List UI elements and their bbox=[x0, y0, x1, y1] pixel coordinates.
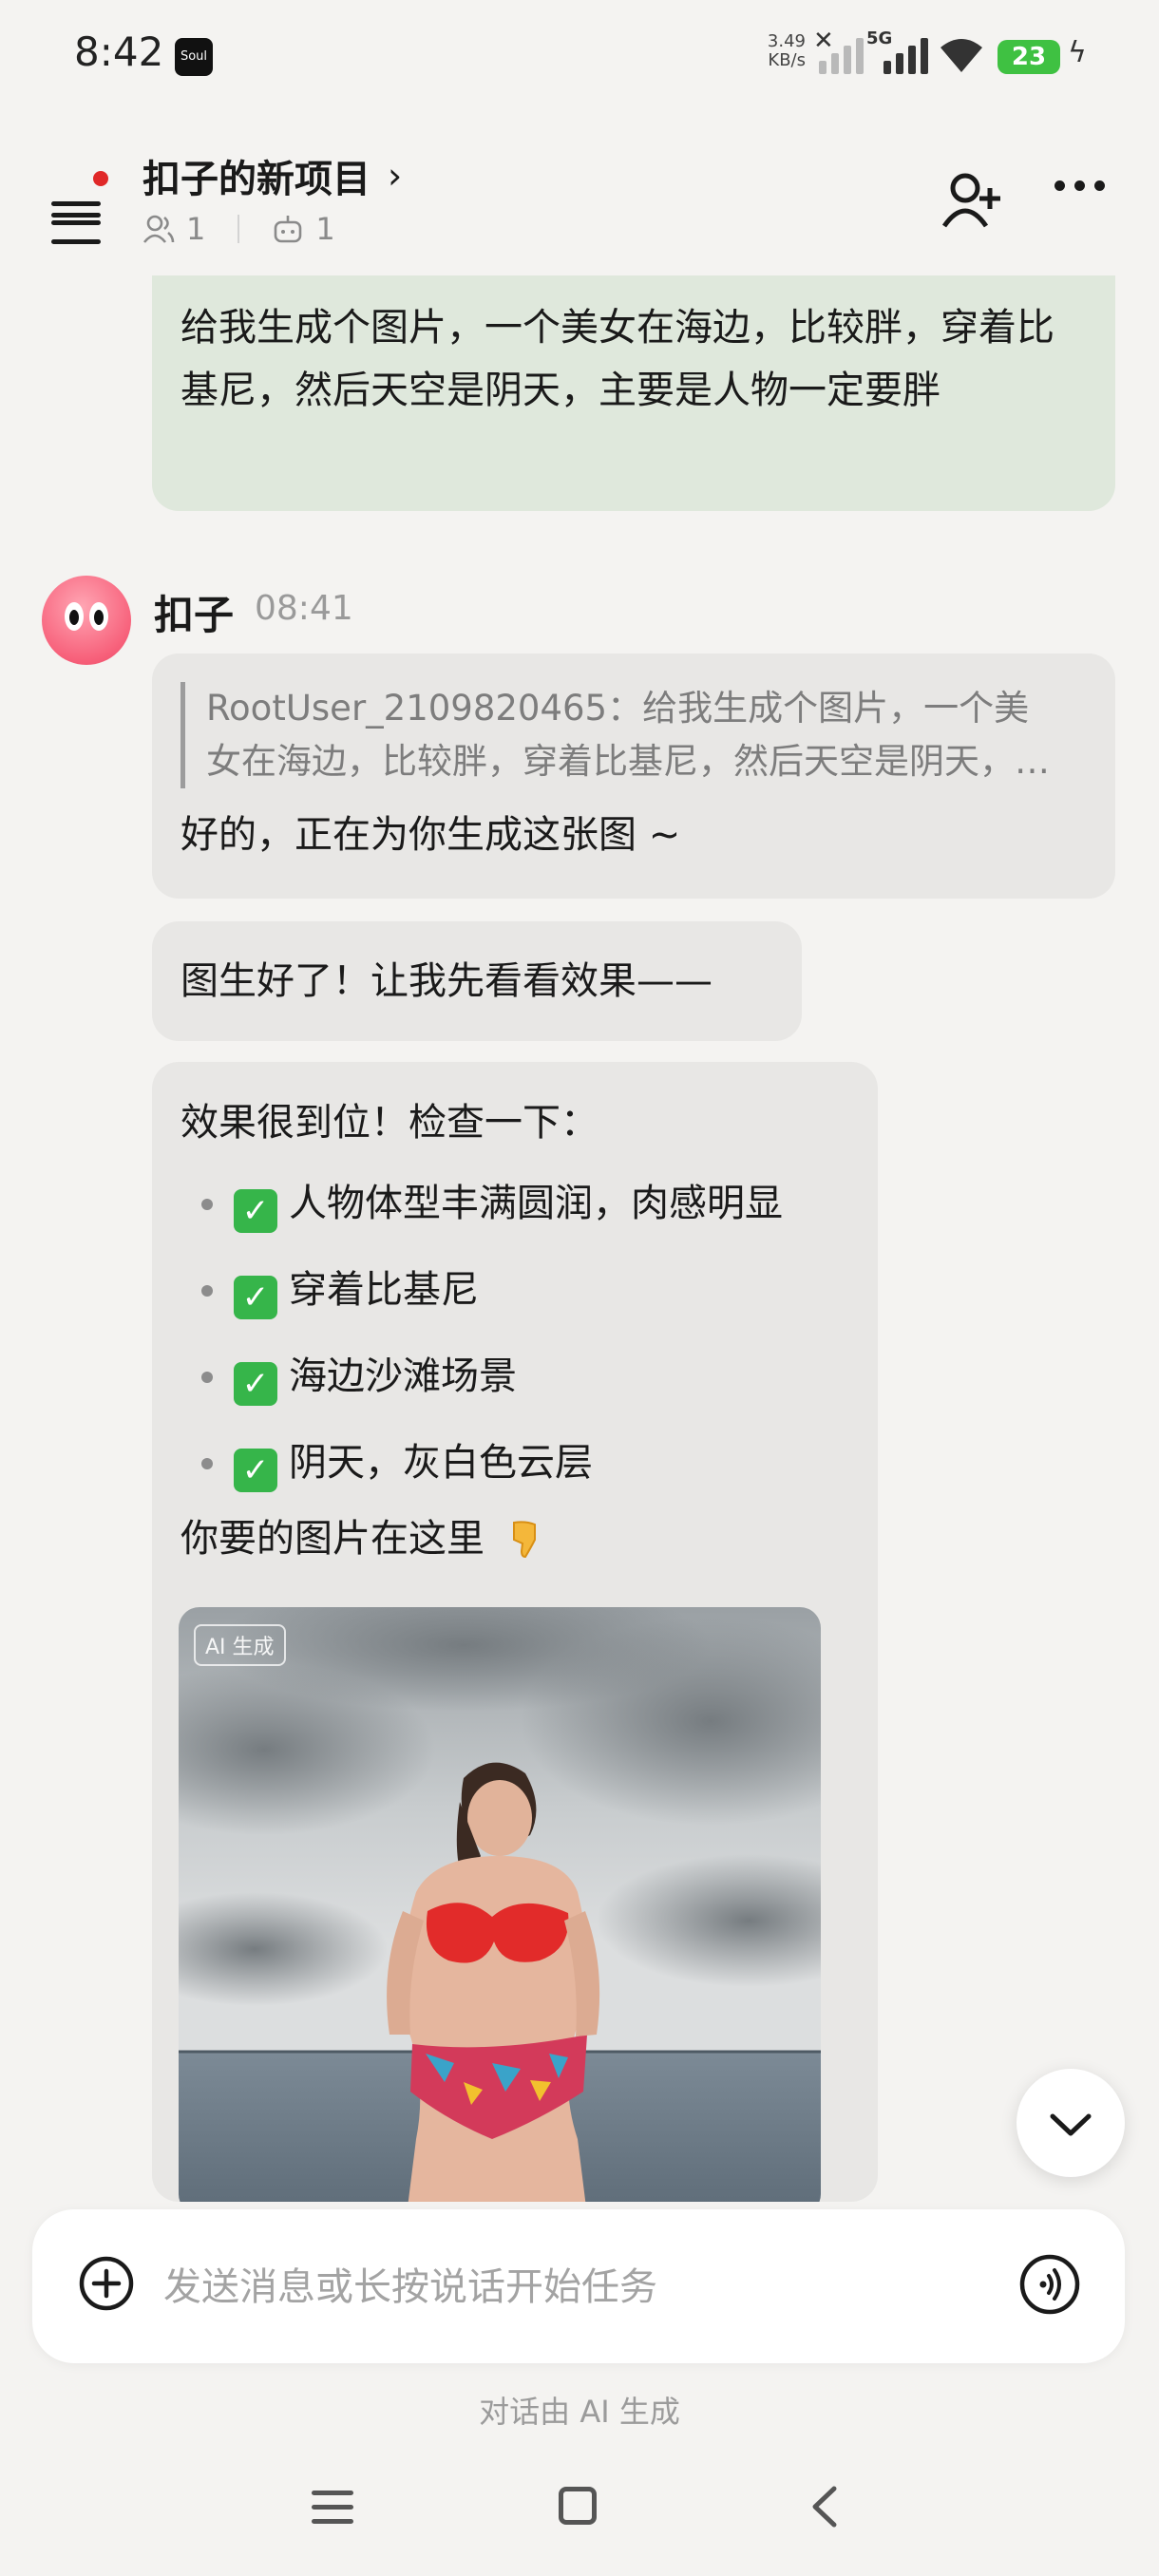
battery-icon: 23 bbox=[998, 40, 1060, 74]
chat-header: 扣子的新项目 › 1 1 bbox=[0, 133, 1159, 275]
bot-reply-text: 好的，正在为你生成这张图 ~ bbox=[180, 813, 681, 857]
beach-photo bbox=[179, 1607, 821, 2202]
bot-timestamp: 08:41 bbox=[255, 589, 353, 628]
check-mark-icon: ✓ bbox=[234, 1276, 277, 1319]
check-mark-icon: ✓ bbox=[234, 1189, 277, 1233]
wifi-icon bbox=[940, 39, 982, 72]
generated-image[interactable]: AI 生成 bbox=[179, 1607, 821, 2202]
members-icon bbox=[142, 215, 175, 243]
bot-message-text: 图生好了！让我先看看效果—— bbox=[180, 959, 712, 1003]
list-item: ✓ 海边沙滩场景 bbox=[180, 1334, 849, 1420]
net-speed: 3.49 KB/s bbox=[764, 32, 806, 70]
back-icon[interactable] bbox=[808, 2485, 842, 2529]
chevron-right-icon: › bbox=[388, 155, 403, 197]
check-item-text: 穿着比基尼 bbox=[289, 1268, 479, 1312]
ai-generated-tag: AI 生成 bbox=[194, 1624, 286, 1666]
members-count: 1 bbox=[186, 211, 206, 247]
check-intro: 效果很到位！检查一下： bbox=[180, 1101, 598, 1145]
list-item: ✓ 穿着比基尼 bbox=[180, 1247, 849, 1334]
list-item: ✓ 阴天，灰白色云层 bbox=[180, 1420, 849, 1506]
bot-reply-bubble[interactable]: RootUser_2109820465：给我生成个图片，一个美 女在海边，比较胖… bbox=[152, 653, 1115, 899]
message-input[interactable] bbox=[162, 2209, 1020, 2365]
add-attachment-icon[interactable] bbox=[78, 2255, 135, 2312]
bot-name: 扣子 bbox=[154, 592, 235, 638]
ai-disclaimer: 对话由 AI 生成 bbox=[479, 2394, 680, 2430]
bots-count: 1 bbox=[315, 211, 335, 247]
quote-line-1: RootUser_2109820465：给我生成个图片，一个美 bbox=[206, 688, 1030, 729]
bot-avatar[interactable] bbox=[42, 576, 131, 665]
check-item-text: 阴天，灰白色云层 bbox=[289, 1441, 593, 1485]
message-input-bar bbox=[32, 2209, 1125, 2365]
recent-apps-button[interactable] bbox=[312, 2489, 353, 2527]
signal-sim1-icon bbox=[819, 36, 864, 74]
check-mark-icon: ✓ bbox=[234, 1362, 277, 1406]
bot-icon bbox=[275, 216, 302, 243]
meta-divider bbox=[238, 215, 240, 243]
check-item-text: 海边沙滩场景 bbox=[289, 1354, 517, 1398]
check-item-text: 人物体型丰满圆润，肉感明显 bbox=[289, 1182, 783, 1225]
add-user-icon[interactable] bbox=[940, 167, 1007, 234]
more-options-icon[interactable] bbox=[1054, 180, 1105, 191]
list-item: ✓ 人物体型丰满圆润，肉感明显 bbox=[180, 1161, 849, 1247]
charging-icon: ϟ bbox=[1068, 36, 1087, 69]
status-time: 8:42 bbox=[74, 28, 164, 75]
scroll-to-bottom-button[interactable] bbox=[1016, 2069, 1125, 2177]
bot-message-bubble[interactable]: 图生好了！让我先看看效果—— bbox=[152, 921, 802, 1041]
status-bar: 8:42 Soul 3.49 KB/s ✕ 5G 23 ϟ bbox=[0, 0, 1159, 114]
soul-app-icon: Soul bbox=[175, 38, 213, 76]
chevron-down-icon bbox=[1050, 2113, 1092, 2136]
user-message-text: 给我生成个图片，一个美女在海边，比较胖，穿着比基尼，然后天空是阴天，主要是人物一… bbox=[180, 306, 1054, 412]
user-message-bubble[interactable]: 给我生成个图片，一个美女在海边，比较胖，穿着比基尼，然后天空是阴天，主要是人物一… bbox=[152, 275, 1115, 511]
home-button[interactable] bbox=[559, 2487, 597, 2525]
project-meta: 1 1 bbox=[142, 211, 335, 247]
net-speed-value: 3.49 bbox=[767, 31, 806, 51]
check-list: ✓ 人物体型丰满圆润，肉感明显 ✓ 穿着比基尼 ✓ 海边沙滩场景 ✓ 阴天，灰白色云层 bbox=[180, 1161, 849, 1506]
check-mark-icon: ✓ bbox=[234, 1449, 277, 1492]
project-title-row[interactable]: 扣子的新项目 › bbox=[142, 148, 402, 203]
pointing-down-icon bbox=[512, 1521, 536, 1559]
bot-result-bubble[interactable]: 效果很到位！检查一下： ✓ 人物体型丰满圆润，肉感明显 ✓ 穿着比基尼 ✓ 海边沙滩场… bbox=[152, 1062, 878, 2202]
voice-input-icon[interactable] bbox=[1018, 2253, 1081, 2316]
net-speed-unit: KB/s bbox=[768, 50, 806, 70]
project-title: 扣子的新项目 bbox=[142, 158, 370, 201]
notification-dot bbox=[93, 171, 108, 186]
image-intro-row: 你要的图片在这里 bbox=[180, 1510, 849, 1567]
signal-sim2-icon bbox=[884, 36, 928, 74]
image-intro: 你要的图片在这里 bbox=[180, 1517, 484, 1561]
quoted-message: RootUser_2109820465：给我生成个图片，一个美 女在海边，比较胖… bbox=[180, 682, 1087, 788]
system-nav-bar bbox=[0, 2460, 1159, 2555]
menu-button[interactable] bbox=[48, 171, 108, 244]
quote-line-2: 女在海边，比较胖，穿着比基尼，然后天空是阴天，… bbox=[206, 741, 1050, 782]
